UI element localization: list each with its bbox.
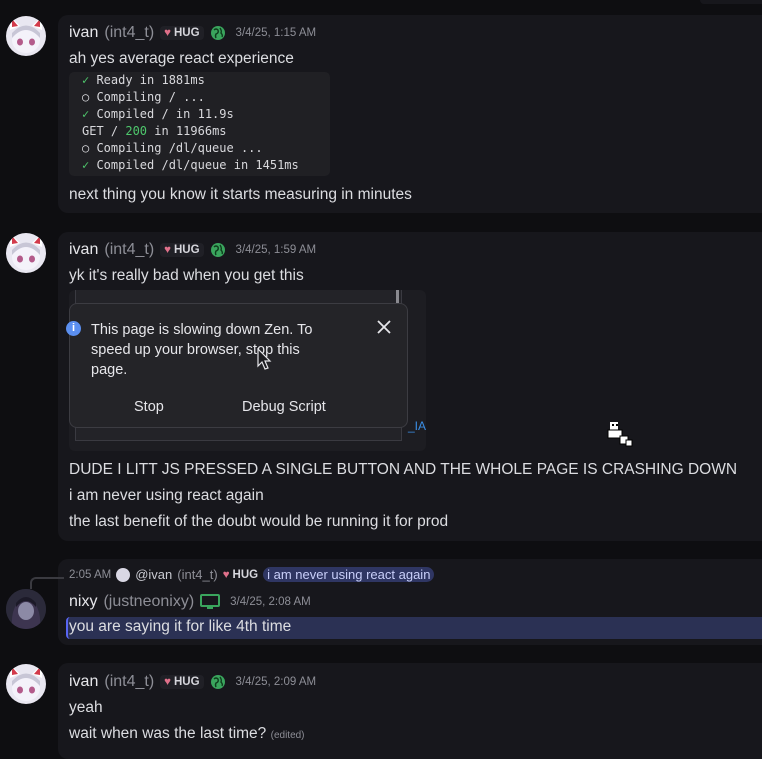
timestamp: 3/4/25, 2:08 AM: [230, 596, 311, 608]
message-text: the last benefit of the doubt would be r…: [69, 513, 449, 530]
heart-icon: ♥: [164, 676, 171, 688]
reply-quote[interactable]: i am never using react again: [263, 567, 435, 582]
globe-icon: [210, 243, 225, 257]
slow-page-dialog: i This page is slowing down Zen. To spee…: [66, 303, 408, 428]
message-header-1: ivan (int4_t) ♥ HUG 3/4/25, 1:15 AM: [69, 24, 316, 42]
message-text-content: wait when was the last time?: [69, 725, 267, 742]
ivan-avatar[interactable]: [6, 16, 46, 56]
heart-icon: ♥: [164, 27, 171, 39]
message-text: i am never using react again: [69, 487, 264, 504]
reply-preview[interactable]: 2:05 AM @ivan (int4_t) ♥ HUG i am never u…: [69, 567, 435, 582]
mouse-pointer-icon: [257, 348, 272, 370]
timestamp: 3/4/25, 1:59 AM: [235, 244, 317, 256]
code-line: ✓ Compiled / in 11.9s: [82, 107, 234, 121]
guild-tag[interactable]: ♥ HUG: [160, 675, 204, 689]
desktop-icon: [200, 594, 221, 609]
reply-handle: (int4_t): [177, 567, 218, 582]
info-icon: i: [66, 321, 81, 336]
timestamp: 3/4/25, 2:09 AM: [235, 676, 317, 688]
username[interactable]: ivan: [69, 673, 98, 691]
globe-icon: [210, 26, 225, 40]
edited-label: (edited): [270, 730, 305, 741]
guild-tag-label: HUG: [173, 244, 200, 256]
guild-tag[interactable]: ♥ HUG: [160, 243, 204, 257]
globe-icon: [210, 675, 225, 689]
guild-tag-label: HUG: [173, 676, 200, 688]
code-line: ✓ Compiled /dl/queue in 1451ms: [82, 158, 299, 172]
message-text: yeah: [69, 699, 103, 716]
pixel-cursor-icon: [607, 422, 633, 447]
user-handle: (int4_t): [104, 241, 155, 258]
heart-icon: ♥: [222, 568, 230, 581]
message-text: next thing you know it starts measuring …: [69, 186, 412, 203]
ivan-avatar[interactable]: [6, 664, 46, 704]
nixy-avatar[interactable]: [6, 589, 46, 629]
message-text: ah yes average react experience: [69, 50, 294, 67]
message-header-2: ivan (int4_t) ♥ HUG 3/4/25, 1:59 AM: [69, 241, 316, 259]
code-line: ○ Compiling / ...: [82, 90, 205, 104]
username[interactable]: ivan: [69, 24, 98, 42]
user-handle: (justneonixy): [103, 593, 195, 610]
dialog-message: This page is slowing down Zen. To speed …: [91, 322, 313, 378]
code-line-cutoff: ...: [82, 174, 330, 176]
message-text: wait when was the last time? (edited): [69, 725, 305, 743]
guild-tag-label: HUG: [232, 568, 259, 581]
user-handle: (int4_t): [104, 673, 155, 690]
guild-tag-label: HUG: [173, 27, 200, 39]
code-block: ✓ Ready in 1881ms ○ Compiling / ... ✓ Co…: [69, 72, 330, 176]
code-line: ✓ Ready in 1881ms: [82, 73, 205, 87]
reply-mention[interactable]: @ivan: [135, 567, 172, 582]
user-handle: (int4_t): [104, 24, 155, 41]
reply-connector: [30, 577, 64, 589]
message-text: yk it's really bad when you get this: [69, 267, 304, 284]
mini-avatar: [116, 567, 131, 582]
guild-tag[interactable]: ♥ HUG: [160, 26, 204, 40]
guild-tag: ♥ HUG: [223, 569, 258, 581]
message-header-3: nixy (justneonixy) 3/4/25, 2:08 AM: [69, 593, 311, 611]
debug-script-button[interactable]: Debug Script: [242, 399, 326, 415]
attachment-scrollbar: [396, 290, 399, 304]
reply-time: 2:05 AM: [69, 568, 112, 581]
code-line: GET / 200 in 11966ms: [82, 124, 227, 138]
message-text: DUDE I LITT JS PRESSED A SINGLE BUTTON A…: [69, 461, 738, 478]
timestamp: 3/4/25, 1:15 AM: [235, 27, 317, 39]
message-header-4: ivan (int4_t) ♥ HUG 3/4/25, 2:09 AM: [69, 673, 316, 691]
stop-button[interactable]: Stop: [134, 399, 164, 415]
username[interactable]: nixy: [69, 593, 97, 611]
heart-icon: ♥: [164, 244, 171, 256]
username[interactable]: ivan: [69, 241, 98, 259]
attachment-partial-text: _IA: [407, 419, 426, 433]
ivan-avatar[interactable]: [6, 233, 46, 273]
message-text: you are saying it for like 4th time: [69, 618, 292, 635]
code-line: ○ Compiling /dl/queue ...: [82, 141, 263, 155]
previous-card-edge: [700, 0, 762, 4]
close-icon[interactable]: [375, 318, 393, 336]
